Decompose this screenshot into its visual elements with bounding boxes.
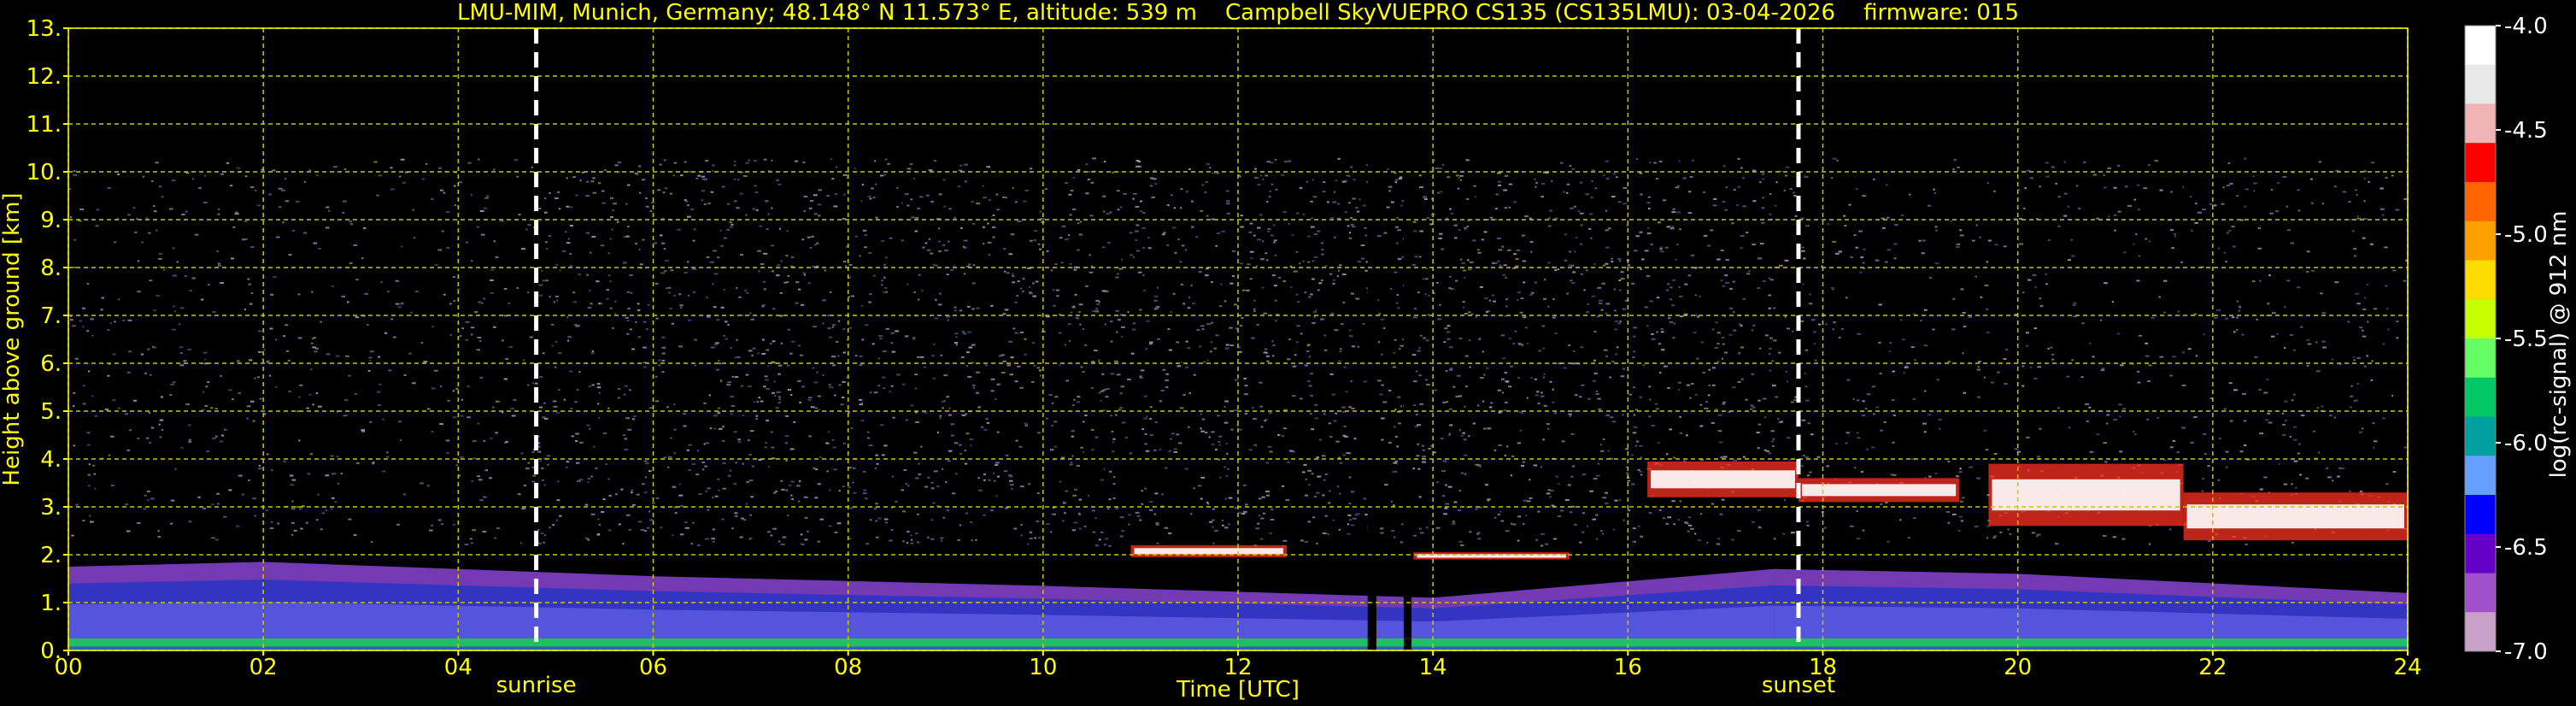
y-tick-label: 6. [40,351,62,377]
colorbar-segment [2465,182,2496,222]
colorbar-label: log(rc-signal) @ 912 nm [2546,211,2572,479]
y-tick-label: 11. [26,112,62,138]
cloud-core-4 [1992,479,2180,511]
colorbar-tick-label: -6.0 [2504,431,2548,456]
cloud-core-3 [1801,484,1957,497]
colorbar-segment [2465,260,2496,300]
y-tick-label: 7. [40,303,62,329]
y-tick-label: 13. [26,16,62,42]
colorbar-segment [2465,338,2496,379]
y-tick-label: 3. [40,495,62,521]
y-tick-label: 12. [26,64,62,90]
x-tick-label: 02 [249,655,278,680]
colorbar-segment [2465,103,2496,144]
y-tick-label: 8. [40,256,62,281]
colorbar-segment [2465,221,2496,261]
y-tick-label: 0. [40,638,62,664]
y-tick-label: 9. [40,208,62,233]
colorbar-tick-label: -5.0 [2504,222,2548,248]
colorbar-segment [2465,495,2496,535]
y-tick-label: 4. [40,447,62,473]
cloud-core-2 [1651,470,1795,489]
x-tick-label: 22 [2198,655,2227,680]
x-tick-label: 04 [444,655,472,680]
colorbar-segment [2465,299,2496,339]
colorbar-segment [2465,573,2496,613]
colorbar-segment [2465,612,2496,652]
x-tick-label: 06 [639,655,667,680]
cloud-core-5 [2186,504,2404,529]
colorbar-tick-label: -6.5 [2504,535,2548,561]
chart-title: LMU-MIM, Munich, Germany; 48.148° N 11.5… [457,0,2019,26]
x-tick-label: 18 [1809,655,1837,680]
y-axis-label: Height above ground [km] [0,192,25,485]
colorbar-segment [2465,26,2496,66]
boundary-layer-core [1774,605,2018,638]
colorbar: -4.0 -4.5 -5.0 -5.5 -6.0 -6.5 -7.0 [2464,14,2548,665]
x-tick-label: 16 [1614,655,1642,680]
colorbar-segment [2465,377,2496,417]
x-tick-label: 10 [1029,655,1057,680]
sunrise-label: sunrise [496,673,577,698]
boundary-layer-core [68,602,264,638]
colorbar-segment [2465,456,2496,496]
colorbar-segment [2465,533,2496,574]
y-tick-label: 2. [40,543,62,568]
y-tick-label: 1. [40,591,62,616]
x-axis-label: Time [UTC] [1176,677,1300,703]
x-tick-label: 14 [1419,655,1447,680]
data-gap-1 [1403,157,1412,650]
data-gap-0 [1367,157,1376,650]
colorbar-tick-label: -4.0 [2504,14,2548,39]
colorbar-tick-label: -4.5 [2504,118,2548,144]
x-tick-label: 24 [2393,655,2421,680]
boundary-layer-core [263,602,459,638]
ceilometer-chart: LMU-MIM, Munich, Germany; 48.148° N 11.5… [0,0,2572,703]
cloud-core-0 [1134,548,1284,555]
y-tick-label: 10. [26,160,62,185]
colorbar-segment [2465,416,2496,456]
x-tick-label: 08 [834,655,862,680]
colorbar-tick-label: -7.0 [2504,639,2548,665]
colorbar-segment [2465,64,2496,104]
boundary-layer-core [458,605,654,638]
y-tick-label: 5. [40,399,62,425]
colorbar-tick-label: -5.5 [2504,327,2548,352]
colorbar-segment [2465,143,2496,183]
x-tick-label: 20 [2004,655,2032,680]
